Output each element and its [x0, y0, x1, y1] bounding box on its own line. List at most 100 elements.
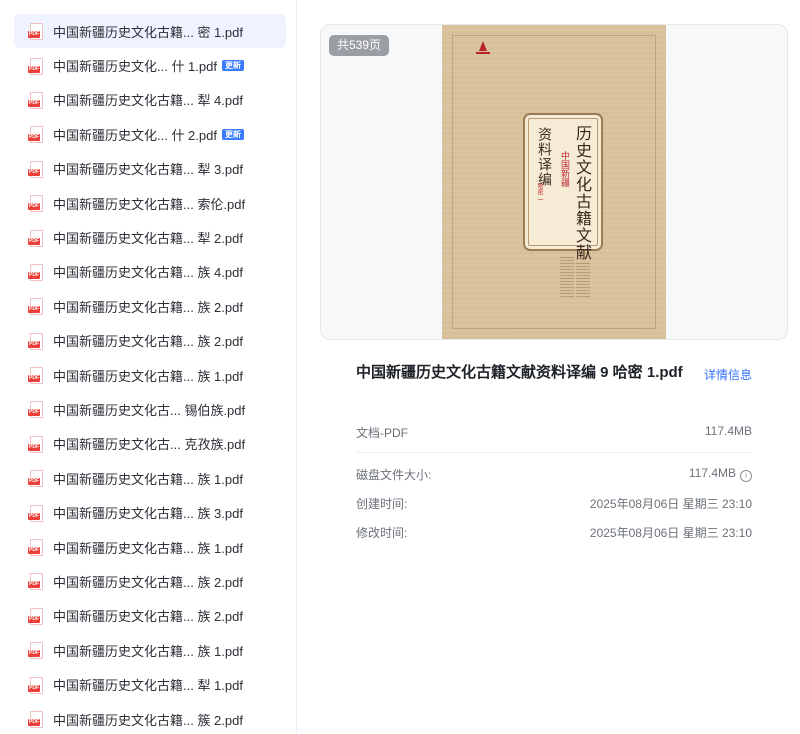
pdf-file-icon: PDF — [28, 57, 43, 75]
file-name: 中国新疆历史文化... 什 2.pdf — [53, 127, 217, 143]
pdf-tag: PDF — [28, 547, 40, 555]
file-name: 中国新疆历史文化古... 克孜族.pdf — [53, 437, 246, 453]
file-list-item[interactable]: PDF 中国新疆历史文化古籍... 族 2.pdf — [14, 599, 286, 633]
pdf-file-icon: PDF — [28, 126, 43, 144]
cover-title: 历史文化古籍文献 — [573, 125, 592, 261]
pdf-tag: PDF — [28, 203, 40, 211]
file-list-item[interactable]: PDF 中国新疆历史文化古籍... 族 2.pdf — [14, 289, 286, 323]
file-name: 中国新疆历史文化古籍... 犁 3.pdf — [53, 162, 243, 178]
file-list-item[interactable]: PDF 中国新疆历史文化古籍... 密 1.pdf — [14, 14, 286, 49]
file-size-value: 117.4MB — [704, 424, 752, 438]
modified-time-value: 2025年08月06日 星期三 23:10 — [589, 526, 752, 540]
created-time-label: 创建时间: — [356, 497, 408, 511]
file-name: 中国新疆历史文化古籍... 族 1.pdf — [53, 368, 243, 384]
file-list-item[interactable]: PDF 中国新疆历史文化古籍... 族 4.pdf — [14, 255, 286, 289]
pdf-tag: PDF — [28, 237, 40, 245]
file-name: 中国新疆历史文化古籍... 族 4.pdf — [53, 265, 243, 281]
document-title: 中国新疆历史文化古籍文献资料译编 9 哈密 1.pdf — [356, 364, 683, 381]
file-list-item[interactable]: PDF 中国新疆历史文化古籍... 索伦.pdf — [14, 186, 286, 220]
pdf-file-icon: PDF — [28, 607, 43, 625]
cover-publisher-text — [560, 257, 574, 297]
file-name: 中国新疆历史文化古籍... 犁 1.pdf — [53, 678, 243, 694]
pdf-file-icon: PDF — [28, 401, 43, 419]
file-list-item[interactable]: PDF 中国新疆历史文化古籍... 族 2.pdf — [14, 324, 286, 358]
pdf-tag: PDF — [28, 719, 40, 726]
file-name: 中国新疆历史文化古籍... 犁 4.pdf — [53, 93, 243, 109]
cover-region: 中国新疆 — [559, 151, 569, 187]
publisher-logo-icon — [476, 41, 490, 57]
pdf-tag: PDF — [28, 650, 40, 658]
pdf-file-icon: PDF — [28, 435, 43, 453]
file-list-item[interactable]: PDF 中国新疆历史文化古籍... 犁 1.pdf — [14, 667, 286, 701]
pdf-tag: PDF — [28, 31, 40, 39]
file-name: 中国新疆历史文化古... 锡伯族.pdf — [53, 402, 246, 418]
file-list-item[interactable]: PDF 中国新疆历史文化古籍... 族 1.pdf — [14, 358, 286, 392]
disk-size-row: 磁盘文件大小: 117.4MB i — [356, 466, 752, 484]
file-list-item[interactable]: PDF 中国新疆历史文化古籍... 族 3.pdf — [14, 495, 286, 529]
cover-subtitle: 资料译编 — [536, 127, 552, 187]
details-link[interactable]: 详情信息 — [704, 366, 752, 383]
pdf-tag: PDF — [28, 443, 40, 451]
book-cover-image: 历史文化古籍文献 中国新疆 资料译编 哈密 一 — [442, 25, 666, 339]
cover-publisher-text — [576, 261, 590, 297]
pdf-tag: PDF — [28, 409, 40, 417]
info-icon[interactable]: i — [740, 470, 752, 482]
pdf-file-icon: PDF — [28, 504, 43, 522]
file-name: 中国新疆历史文化古籍... 族 2.pdf — [53, 334, 243, 350]
pdf-tag: PDF — [28, 271, 40, 279]
pdf-file-icon: PDF — [28, 263, 43, 281]
pdf-tag: PDF — [28, 512, 40, 520]
cover-title-plate: 历史文化古籍文献 中国新疆 资料译编 哈密 一 — [523, 113, 603, 261]
file-name: 中国新疆历史文化古籍... 族 1.pdf — [53, 471, 243, 487]
pdf-file-icon: PDF — [28, 676, 43, 694]
pdf-file-icon: PDF — [28, 195, 43, 213]
file-list-item[interactable]: PDF 中国新疆历史文化古籍... 犁 3.pdf — [14, 152, 286, 186]
cover-volume: 哈密 一 — [536, 183, 543, 203]
file-list-item[interactable]: PDF 中国新疆历史文化古籍... 族 1.pdf — [14, 530, 286, 564]
pdf-file-icon: PDF — [28, 91, 43, 109]
pdf-file-icon: PDF — [28, 711, 43, 728]
file-name: 中国新疆历史文化古籍... 簇 2.pdf — [53, 712, 243, 728]
document-preview[interactable]: 共539页 历史文化古籍文献 中国新疆 资料译编 哈密 一 — [320, 24, 788, 340]
pdf-tag: PDF — [28, 615, 40, 623]
file-list-item[interactable]: PDF 中国新疆历史文化... 什 1.pdf 更新 — [14, 48, 286, 82]
pdf-file-icon: PDF — [28, 23, 43, 41]
file-list-item[interactable]: PDF 中国新疆历史文化古... 锡伯族.pdf — [14, 392, 286, 426]
pdf-tag: PDF — [28, 134, 40, 142]
panel-divider — [296, 0, 297, 734]
pdf-file-icon: PDF — [28, 470, 43, 488]
file-manager: PDF 中国新疆历史文化古籍... 密 1.pdf PDF 中国新疆历史文化... 什… — [0, 0, 800, 734]
disk-size-value: 117.4MB — [688, 466, 736, 480]
file-name: 中国新疆历史文化... 什 1.pdf — [53, 59, 217, 75]
file-list-item[interactable]: PDF 中国新疆历史文化古籍... 簇 2.pdf — [14, 702, 286, 734]
file-list-item[interactable]: PDF 中国新疆历史文化古... 克孜族.pdf — [14, 427, 286, 461]
created-time-row: 创建时间: 2025年08月06日 星期三 23:10 — [356, 495, 752, 513]
file-name: 中国新疆历史文化古籍... 族 2.pdf — [53, 609, 243, 625]
file-list-item[interactable]: PDF 中国新疆历史文化古籍... 犁 4.pdf — [14, 83, 286, 117]
created-time-value: 2025年08月06日 星期三 23:10 — [589, 497, 752, 511]
file-list-item[interactable]: PDF 中国新疆历史文化古籍... 族 2.pdf — [14, 564, 286, 598]
page-count-badge: 共539页 — [329, 35, 390, 56]
file-name: 中国新疆历史文化古籍... 族 3.pdf — [53, 506, 243, 522]
pdf-file-icon: PDF — [28, 160, 43, 178]
update-badge: 更新 — [221, 60, 244, 72]
pdf-file-icon: PDF — [28, 229, 43, 247]
update-badge: 更新 — [221, 128, 244, 140]
file-name: 中国新疆历史文化古籍... 族 1.pdf — [53, 643, 243, 659]
pdf-file-icon: PDF — [28, 539, 43, 557]
disk-size-label: 磁盘文件大小: — [356, 468, 432, 482]
pdf-tag: PDF — [28, 168, 40, 176]
file-list-item[interactable]: PDF 中国新疆历史文化... 什 2.pdf 更新 — [14, 117, 286, 151]
file-name: 中国新疆历史文化古籍... 族 2.pdf — [53, 574, 243, 590]
disk-size-field: 117.4MB i — [689, 466, 752, 482]
file-list-item[interactable]: PDF 中国新疆历史文化古籍... 族 1.pdf — [14, 461, 286, 495]
pdf-file-icon: PDF — [28, 332, 43, 350]
file-list-item[interactable]: PDF 中国新疆历史文化古籍... 犁 2.pdf — [14, 220, 286, 254]
file-list-item[interactable]: PDF 中国新疆历史文化古籍... 族 1.pdf — [14, 633, 286, 667]
pdf-tag: PDF — [28, 684, 40, 692]
details-divider — [356, 452, 752, 453]
pdf-tag: PDF — [28, 478, 40, 486]
pdf-tag: PDF — [28, 99, 40, 107]
file-type-label: 文档-PDF — [356, 426, 408, 440]
file-name: 中国新疆历史文化古籍... 族 1.pdf — [53, 540, 243, 556]
